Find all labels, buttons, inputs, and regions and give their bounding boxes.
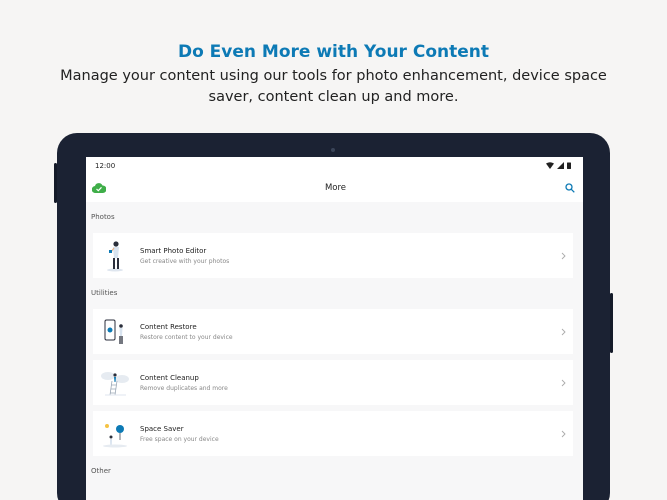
item-subtitle: Restore content to your device — [140, 333, 233, 341]
signal-icon — [557, 162, 564, 169]
section-label-other: Other — [91, 467, 111, 475]
chevron-right-icon — [553, 328, 573, 336]
item-title: Content Restore — [140, 322, 197, 331]
list-item-smart-photo-editor[interactable]: Smart Photo Editor Get creative with you… — [93, 233, 573, 278]
wifi-icon — [546, 162, 554, 169]
item-title: Smart Photo Editor — [140, 246, 207, 255]
section-label-utilities: Utilities — [91, 289, 118, 297]
app-bar: More — [86, 174, 583, 202]
clouds-ladder-illustration — [93, 360, 137, 405]
chevron-right-icon — [553, 252, 573, 260]
balloon-illustration — [93, 411, 137, 456]
list-item-content-restore[interactable]: Content Restore Restore content to your … — [93, 309, 573, 354]
tablet-button — [610, 293, 613, 353]
list-item-space-saver[interactable]: Space Saver Free space on your device — [93, 411, 573, 456]
app-title: More — [324, 183, 347, 193]
chevron-right-icon — [553, 379, 573, 387]
item-title: Space Saver — [140, 424, 184, 433]
promo-subtitle: Manage your content using our tools for … — [60, 68, 607, 105]
item-title: Content Cleanup — [140, 373, 199, 382]
status-bar: 12:00 — [86, 157, 583, 174]
cloud-check-icon[interactable] — [92, 183, 106, 193]
item-subtitle: Free space on your device — [140, 435, 219, 443]
camera-icon — [331, 148, 335, 152]
phone-person-illustration — [93, 309, 137, 354]
chevron-right-icon — [553, 430, 573, 438]
list-item-content-cleanup[interactable]: Content Cleanup Remove duplicates and mo… — [93, 360, 573, 405]
section-label-photos: Photos — [91, 213, 115, 221]
status-time: 12:00 — [95, 161, 116, 170]
item-subtitle: Get creative with your photos — [140, 257, 230, 265]
battery-icon — [567, 162, 571, 169]
device-screen: 12:00 More Photos Smart Photo Editor Get… — [86, 157, 583, 500]
tablet-button — [54, 163, 57, 203]
promo-title: Do Even More with Your Content — [177, 42, 490, 62]
search-icon[interactable] — [565, 183, 575, 193]
person-illustration — [93, 233, 137, 278]
item-subtitle: Remove duplicates and more — [140, 384, 228, 392]
